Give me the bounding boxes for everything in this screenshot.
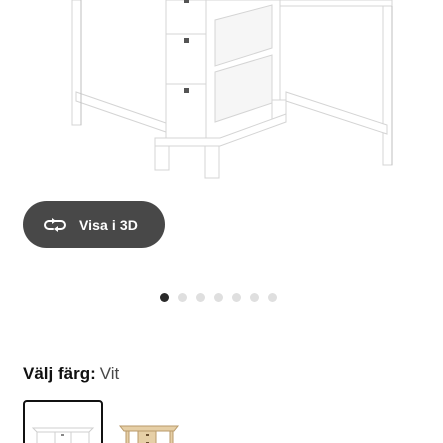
color-choice-value: Vit xyxy=(99,364,120,383)
carousel-dot[interactable] xyxy=(160,292,169,302)
color-choice-label: Välj färg: Vit xyxy=(23,364,119,384)
product-image[interactable] xyxy=(0,0,443,190)
carousel-dot[interactable] xyxy=(214,292,223,302)
folding-table-icon xyxy=(71,0,393,179)
carousel-dot[interactable] xyxy=(250,292,259,302)
image-carousel-dots xyxy=(160,292,277,302)
color-choice-key: Välj färg: xyxy=(23,364,96,383)
carousel-dot[interactable] xyxy=(178,292,187,302)
view-in-3d-button[interactable]: Visa i 3D xyxy=(23,201,165,248)
rotate-3d-icon xyxy=(43,217,67,233)
color-swatch-white[interactable] xyxy=(23,400,103,443)
carousel-dot[interactable] xyxy=(232,292,241,302)
view-in-3d-label: Visa i 3D xyxy=(79,216,139,233)
white-table-thumbnail-icon xyxy=(31,427,95,443)
carousel-dot[interactable] xyxy=(268,292,277,302)
product-page: Visa i 3D Välj färg: Vit xyxy=(0,0,443,443)
carousel-dot[interactable] xyxy=(196,292,205,302)
color-swatch-birch[interactable] xyxy=(110,400,190,443)
birch-table-thumbnail-icon xyxy=(118,425,180,443)
